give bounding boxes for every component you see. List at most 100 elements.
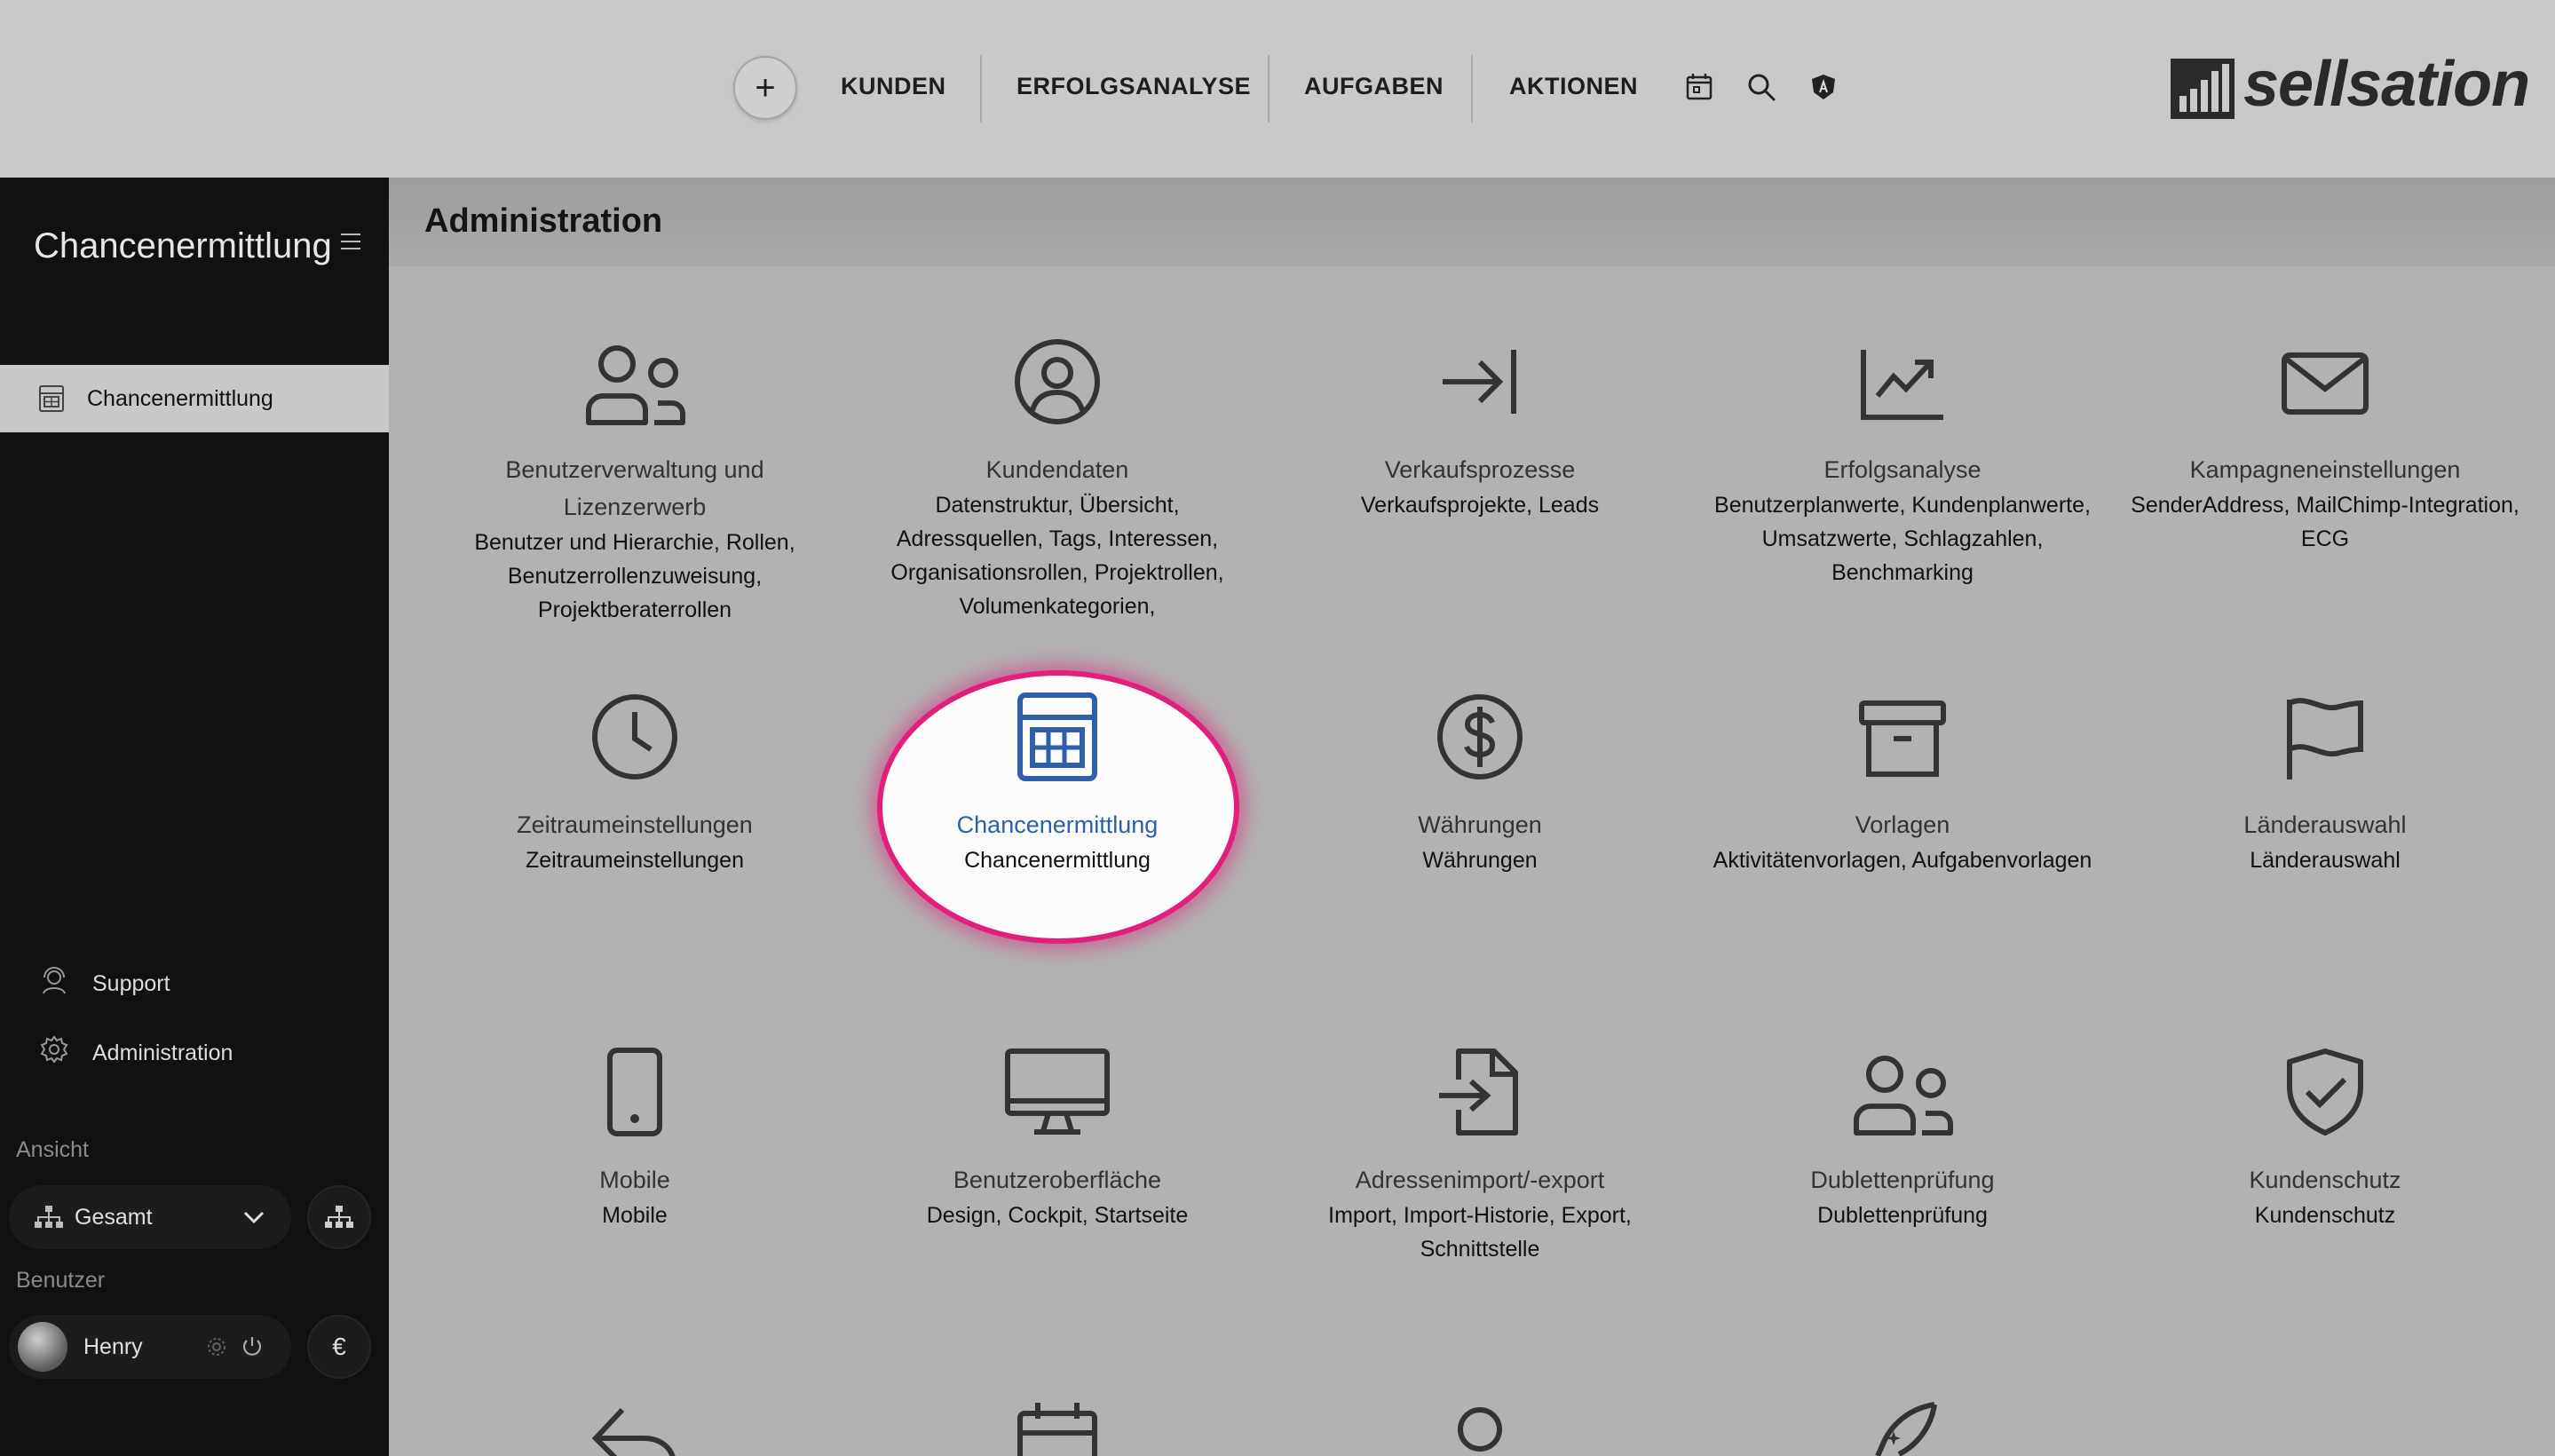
tile-title: Länderauswahl bbox=[2243, 811, 2407, 838]
tile-subtitle: Dublettenprüfung bbox=[1817, 1203, 1988, 1228]
avatar bbox=[18, 1322, 67, 1372]
arrow-to-line-icon bbox=[1443, 350, 1516, 414]
hierarchy-button[interactable] bbox=[307, 1185, 371, 1249]
logo-mark-icon bbox=[2171, 59, 2235, 119]
gear-icon bbox=[40, 1035, 68, 1064]
sidebar-item-label: Chancenermittlung bbox=[87, 386, 273, 411]
shield-check-icon bbox=[2287, 1048, 2363, 1136]
desktop-icon bbox=[1005, 1048, 1110, 1135]
hierarchy-icon bbox=[325, 1206, 353, 1228]
sellsation-logo: sellsation bbox=[2171, 49, 2535, 123]
dollar-icon bbox=[1437, 694, 1523, 779]
clock-icon bbox=[592, 694, 677, 779]
tile-subtitle: Zeitraumeinstellungen bbox=[526, 848, 744, 873]
tile-title: Chancenermittlung bbox=[956, 811, 1159, 838]
users-duplicate-icon bbox=[1854, 1056, 1953, 1136]
power-icon[interactable] bbox=[240, 1334, 265, 1359]
tile-title: Zeitraumeinstellungen bbox=[517, 811, 753, 838]
sidebar-link-administration[interactable]: Administration bbox=[92, 1041, 233, 1066]
tile-zeitraumeinstellungen[interactable]: Zeitraumeinstellungen Zeitraumeinstellun… bbox=[439, 692, 830, 877]
tile-title: Kampagneneinstellungen bbox=[2189, 456, 2461, 483]
envelope-icon bbox=[2282, 352, 2369, 415]
menu-icon[interactable] bbox=[341, 233, 360, 250]
tile-title: Erfolgsanalyse bbox=[1823, 456, 1982, 483]
view-value: Gesamt bbox=[75, 1205, 153, 1230]
add-button[interactable]: + bbox=[733, 56, 797, 120]
calendar-icon[interactable] bbox=[1013, 1401, 1102, 1456]
tile-subtitle: Benutzer und Hierarchie, Rollen, Benutze… bbox=[474, 530, 795, 622]
tile-mobile[interactable]: Mobile Mobile bbox=[439, 1048, 830, 1232]
logo-text: sellsation bbox=[2243, 49, 2530, 120]
tile-adressenimport[interactable]: Adressenimport/-export Import, Import-Hi… bbox=[1285, 1048, 1675, 1266]
rocket-icon[interactable] bbox=[1858, 1401, 1947, 1456]
tile-title: Mobile bbox=[599, 1167, 670, 1193]
chart-line-icon bbox=[1861, 350, 1943, 420]
tile-title: Währungen bbox=[1418, 811, 1542, 838]
search-icon[interactable] bbox=[1745, 71, 1777, 103]
user-card[interactable]: Henry bbox=[9, 1315, 291, 1379]
sidebar-title: Chancenermittlung bbox=[34, 226, 332, 265]
tile-title: Benutzeroberfläche bbox=[953, 1167, 1162, 1193]
tile-kundenschutz[interactable]: Kundenschutz Kundenschutz bbox=[2130, 1048, 2520, 1232]
sidebar-item-chancenermittlung[interactable]: Chancenermittlung bbox=[0, 365, 389, 432]
tile-waehrungen[interactable]: Währungen Währungen bbox=[1285, 692, 1675, 877]
nav-kunden[interactable]: KUNDEN bbox=[841, 73, 946, 100]
page-title: Administration bbox=[424, 202, 663, 240]
tile-title: Adressenimport/-export bbox=[1355, 1167, 1605, 1193]
nav-separator bbox=[980, 55, 982, 123]
hierarchy-icon bbox=[35, 1206, 63, 1228]
tile-subtitle: Datenstruktur, Übersicht, Adressquellen,… bbox=[890, 493, 1224, 619]
tile-kundendaten[interactable]: Kundendaten Datenstruktur, Übersicht, Ad… bbox=[862, 337, 1253, 623]
tile-title: Verkaufsprozesse bbox=[1384, 456, 1576, 483]
tile-subtitle: Chancenermittlung bbox=[964, 848, 1151, 873]
tile-subtitle: Benutzerplanwerte, Kundenplanwerte, Umsa… bbox=[1714, 493, 2091, 585]
archive-icon bbox=[1859, 700, 1946, 777]
currency-button[interactable]: € bbox=[307, 1315, 371, 1379]
page-header: Administration bbox=[389, 178, 2555, 266]
user-name: Henry bbox=[83, 1334, 143, 1359]
nav-aktionen[interactable]: AKTIONEN bbox=[1509, 73, 1638, 100]
tile-chancenermittlung[interactable]: Chancenermittlung Chancenermittlung bbox=[862, 692, 1253, 877]
sidebar: Chancenermittlung Chancenermittlung Supp… bbox=[0, 178, 389, 1456]
calendar-icon[interactable] bbox=[1683, 71, 1715, 103]
sidebar-link-support[interactable]: Support bbox=[92, 971, 170, 997]
nav-separator bbox=[1268, 55, 1270, 123]
tile-benutzeroberflaeche[interactable]: Benutzeroberfläche Design, Cockpit, Star… bbox=[862, 1048, 1253, 1232]
tile-verkaufsprozesse[interactable]: Verkaufsprozesse Verkaufsprojekte, Leads bbox=[1285, 337, 1675, 522]
tile-vorlagen[interactable]: Vorlagen Aktivitätenvorlagen, Aufgabenvo… bbox=[1707, 692, 2098, 877]
tile-title: Benutzerverwaltung und Lizenzerwerb bbox=[505, 456, 764, 520]
tile-title: Vorlagen bbox=[1855, 811, 1950, 838]
tile-subtitle: Währungen bbox=[1422, 848, 1538, 873]
tile-laenderauswahl[interactable]: Länderauswahl Länderauswahl bbox=[2130, 692, 2520, 877]
nav-erfolgsanalyse[interactable]: ERFOLGSANALYSE bbox=[1016, 73, 1251, 100]
tile-subtitle: Kundenschutz bbox=[2254, 1203, 2396, 1228]
view-caption: Ansicht bbox=[16, 1137, 89, 1162]
tile-dublettenpruefung[interactable]: Dublettenprüfung Dublettenprüfung bbox=[1707, 1048, 2098, 1232]
tile-title: Dublettenprüfung bbox=[1810, 1167, 1995, 1193]
tile-subtitle: Import, Import-Historie, Export, Schnitt… bbox=[1328, 1203, 1632, 1262]
gear-icon[interactable] bbox=[206, 1336, 227, 1357]
nav-separator bbox=[1471, 55, 1473, 123]
view-select[interactable]: Gesamt bbox=[9, 1185, 291, 1249]
tile-title: Kundenschutz bbox=[2249, 1167, 2401, 1193]
calculator-icon bbox=[39, 385, 64, 412]
file-import-icon bbox=[1439, 1048, 1518, 1136]
users-icon bbox=[586, 345, 685, 425]
tile-kampagneneinstellungen[interactable]: Kampagneneinstellungen SenderAddress, Ma… bbox=[2130, 337, 2520, 556]
tile-title: Kundendaten bbox=[985, 456, 1129, 483]
nav-aufgaben[interactable]: AUFGABEN bbox=[1304, 73, 1444, 100]
user-circle-icon bbox=[1015, 339, 1100, 424]
tile-subtitle: Design, Cockpit, Startseite bbox=[926, 1203, 1189, 1228]
shield-icon[interactable] bbox=[1807, 71, 1839, 103]
tile-subtitle: Länderauswahl bbox=[2250, 848, 2401, 873]
calculator-icon bbox=[1017, 692, 1097, 781]
mobile-icon bbox=[607, 1048, 662, 1136]
circle-icon[interactable] bbox=[1436, 1403, 1524, 1456]
reply-icon[interactable] bbox=[590, 1403, 679, 1456]
tile-erfolgsanalyse[interactable]: Erfolgsanalyse Benutzerplanwerte, Kunden… bbox=[1707, 337, 2098, 590]
flag-icon bbox=[2287, 698, 2363, 779]
tile-benutzerverwaltung[interactable]: Benutzerverwaltung und Lizenzerwerb Benu… bbox=[439, 337, 830, 627]
top-navigation-bar: + KUNDEN ERFOLGSANALYSE AUFGABEN AKTIONE… bbox=[0, 0, 2555, 178]
chevron-down-icon bbox=[243, 1211, 265, 1224]
tile-subtitle: Mobile bbox=[602, 1203, 668, 1228]
